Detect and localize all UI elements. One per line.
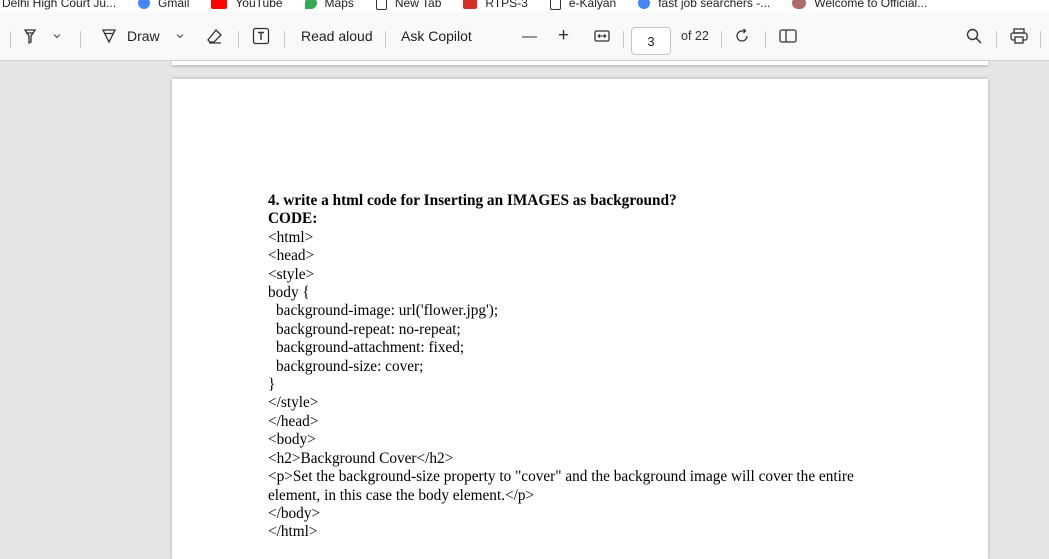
page-total-label: of 22 xyxy=(681,29,709,43)
code-line: <body> xyxy=(268,431,316,449)
maps-icon xyxy=(304,0,317,9)
two-page-view-icon xyxy=(778,27,798,45)
code-line: background-image: url('flower.jpg'); xyxy=(276,302,499,320)
current-page: 3 xyxy=(647,33,655,49)
toolbar-divider xyxy=(721,31,722,48)
bookmark-label: YouTube xyxy=(235,0,283,10)
code-line: </body> xyxy=(268,504,321,522)
code-line: <h2>Background Cover</h2> xyxy=(268,449,454,467)
rotate-icon xyxy=(733,27,751,45)
page-icon xyxy=(375,0,387,10)
bookmark-label: Delhi High Court Ju... xyxy=(2,0,117,10)
code-line: <p>Set the background-size property to "… xyxy=(268,468,854,486)
youtube-icon xyxy=(211,0,228,9)
highlighter-icon xyxy=(21,27,39,45)
chevron-down-icon xyxy=(175,31,185,41)
code-block: <html> <head> <style> body {background-imag… xyxy=(268,229,908,542)
page-view-button[interactable] xyxy=(778,12,798,60)
zoom-out-button[interactable]: — xyxy=(522,12,537,60)
code-line: <head> xyxy=(268,247,315,265)
add-text-button[interactable] xyxy=(251,12,271,60)
search-button[interactable] xyxy=(965,12,983,60)
toolbar-divider xyxy=(996,31,997,48)
toolbar-divider xyxy=(10,31,11,48)
chevron-down-icon xyxy=(52,31,62,41)
pdf-toolbar: Draw Read aloud Ask Copilot — + 3 of 22 xyxy=(0,12,1049,61)
text-box-icon xyxy=(251,26,271,46)
fit-width-icon xyxy=(593,27,611,45)
erase-button[interactable] xyxy=(206,12,224,60)
bookmarks-bar: Delhi High Court Ju... Gmail YouTube Map… xyxy=(0,0,1049,12)
toolbar-divider xyxy=(1040,31,1041,48)
bookmark-label: Maps xyxy=(324,0,354,10)
code-line: <html> xyxy=(268,228,314,246)
zoom-out-icon: — xyxy=(522,27,537,45)
ask-copilot-button[interactable]: Ask Copilot xyxy=(401,12,472,60)
code-line: background-size: cover; xyxy=(276,357,424,375)
rtps-icon xyxy=(463,0,478,9)
bookmark-item[interactable]: Maps xyxy=(304,0,354,10)
pdf-page: 4. write a html code for Inserting an IM… xyxy=(172,79,988,559)
bookmark-item[interactable]: fast job searchers -... xyxy=(638,0,770,10)
bookmark-item[interactable]: e-Kalyan xyxy=(549,0,617,10)
code-line: } xyxy=(268,376,276,394)
page-number-input[interactable]: 3 xyxy=(631,27,671,55)
toolbar-divider xyxy=(623,31,624,48)
printer-icon xyxy=(1009,27,1029,45)
bookmark-label: Welcome to Official... xyxy=(814,0,928,10)
toolbar-divider xyxy=(80,31,81,48)
code-line: element, in this case the body element.<… xyxy=(268,486,535,504)
code-line: background-repeat: no-repeat; xyxy=(276,320,461,338)
bookmark-label: Gmail xyxy=(158,0,190,10)
bookmarks-row: Delhi High Court Ju... Gmail YouTube Map… xyxy=(0,0,949,12)
toolbar-divider xyxy=(765,31,766,48)
google-icon xyxy=(138,0,151,9)
emblem-icon xyxy=(792,0,807,9)
code-line: <style> xyxy=(268,265,315,283)
code-line: background-attachment: fixed; xyxy=(276,339,465,357)
print-button[interactable] xyxy=(1009,12,1029,60)
search-icon xyxy=(965,27,983,45)
zoom-in-icon: + xyxy=(558,25,570,46)
draw-label: Draw xyxy=(127,28,160,44)
code-line: </html> xyxy=(268,523,318,541)
page-content: 4. write a html code for Inserting an IM… xyxy=(268,192,908,542)
read-aloud-button[interactable]: Read aloud xyxy=(301,12,373,60)
ask-copilot-label: Ask Copilot xyxy=(401,28,472,44)
bookmark-item[interactable]: Gmail xyxy=(138,0,189,10)
page-icon xyxy=(549,0,561,10)
toolbar-divider xyxy=(238,31,239,48)
code-heading: CODE: xyxy=(268,210,318,228)
bookmark-item[interactable]: New Tab xyxy=(375,0,442,10)
code-line: </style> xyxy=(268,394,319,412)
question-heading: 4. write a html code for Inserting an IM… xyxy=(268,192,677,209)
draw-icon xyxy=(100,27,118,45)
code-line: body { xyxy=(268,284,310,302)
bookmark-item[interactable]: YouTube xyxy=(211,0,283,10)
toolbar-divider xyxy=(284,31,285,48)
highlight-button[interactable] xyxy=(21,12,39,60)
previous-page-edge xyxy=(172,61,988,65)
draw-options-dropdown[interactable] xyxy=(175,12,185,60)
bookmark-item[interactable]: Welcome to Official... xyxy=(792,0,927,10)
eraser-icon xyxy=(206,27,224,45)
page-total: of 22 xyxy=(681,12,709,60)
bookmark-label: New Tab xyxy=(394,0,442,10)
rotate-button[interactable] xyxy=(733,12,751,60)
bookmark-item[interactable]: Delhi High Court Ju... xyxy=(2,0,116,10)
code-line: </head> xyxy=(268,412,319,430)
zoom-in-button[interactable]: + xyxy=(558,12,569,60)
fit-to-width-button[interactable] xyxy=(593,12,611,60)
bookmark-label: e-Kalyan xyxy=(568,0,617,10)
highlight-options-dropdown[interactable] xyxy=(52,12,62,60)
toolbar-divider xyxy=(385,31,386,48)
bookmark-label: RTPS-3 xyxy=(485,0,528,10)
google-icon xyxy=(638,0,651,9)
read-aloud-label: Read aloud xyxy=(301,28,373,44)
bookmark-label: fast job searchers -... xyxy=(658,0,771,10)
draw-button[interactable]: Draw xyxy=(100,12,160,60)
bookmark-item[interactable]: RTPS-3 xyxy=(463,0,528,10)
